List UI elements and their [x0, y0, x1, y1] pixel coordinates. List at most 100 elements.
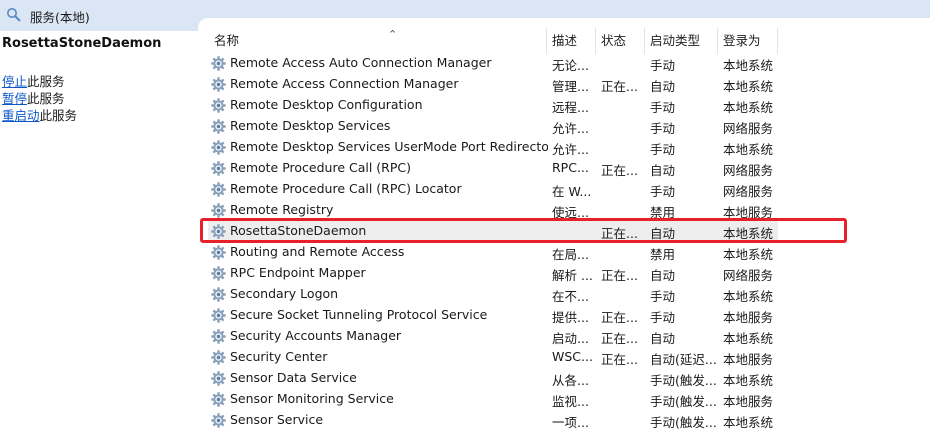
column-divider[interactable]	[546, 28, 547, 54]
column-header-startup-type[interactable]: 启动类型	[650, 30, 714, 52]
gear-icon	[211, 98, 226, 113]
service-startup-type-cell: 手动	[650, 310, 676, 325]
service-name-cell: Remote Desktop Services	[230, 118, 391, 133]
gear-icon	[211, 266, 226, 281]
service-name-cell: Security Accounts Manager	[230, 328, 402, 343]
gear-icon	[211, 224, 226, 239]
pause-link[interactable]: 暂停	[2, 91, 27, 106]
service-logon-as-cell: 本地系统	[723, 289, 774, 304]
service-row[interactable]: Remote Procedure Call (RPC) RPC... 正在...…	[208, 158, 778, 179]
service-startup-type-cell: 手动	[650, 184, 676, 199]
service-startup-type-cell: 禁用	[650, 247, 676, 262]
service-startup-type-cell: 手动	[650, 58, 676, 73]
service-startup-type-cell: 手动(触发...	[650, 373, 717, 388]
service-description-cell: 允许...	[552, 142, 589, 157]
service-description-cell: 启动...	[552, 331, 589, 346]
service-startup-type-cell: 手动	[650, 100, 676, 115]
gear-icon	[211, 203, 226, 218]
service-name-cell: RosettaStoneDaemon	[230, 223, 367, 238]
column-divider[interactable]	[595, 28, 596, 54]
service-row[interactable]: Remote Procedure Call (RPC) Locator 在 W.…	[208, 179, 778, 200]
service-row[interactable]: Remote Registry 使远... 禁用 本地服务	[208, 200, 778, 221]
selected-service-name: RosettaStoneDaemon	[2, 36, 162, 51]
service-status-cell: 正在...	[601, 226, 638, 241]
service-row[interactable]: Security Center WSC... 正在... 自动(延迟... 本地…	[208, 347, 778, 368]
service-row[interactable]: Remote Desktop Configuration 远程... 手动 本地…	[208, 95, 778, 116]
service-description-cell: 管理...	[552, 79, 589, 94]
window-title: 服务(本地)	[30, 10, 90, 25]
service-row[interactable]: Security Accounts Manager 启动... 正在... 自动…	[208, 326, 778, 347]
service-logon-as-cell: 本地系统	[723, 373, 774, 388]
column-divider[interactable]	[717, 28, 718, 54]
column-header-name[interactable]: 名称 ⌃	[214, 28, 544, 52]
service-row-selected[interactable]: RosettaStoneDaemon 正在... 自动 本地系统	[208, 221, 778, 242]
gear-icon	[211, 161, 226, 176]
service-name-cell: Security Center	[230, 349, 328, 364]
column-divider[interactable]	[777, 28, 778, 54]
service-description-cell: 在不...	[552, 289, 589, 304]
service-name-cell: Secondary Logon	[230, 286, 339, 301]
column-divider[interactable]	[644, 28, 645, 54]
column-header-status[interactable]: 状态	[601, 30, 643, 52]
service-row[interactable]: Remote Access Connection Manager 管理... 正…	[208, 74, 778, 95]
service-status-cell: 正在...	[601, 163, 638, 178]
service-logon-as-cell: 本地系统	[723, 100, 774, 115]
service-name-cell: Remote Registry	[230, 202, 334, 217]
service-logon-as-cell: 本地服务	[723, 352, 774, 367]
stop-link-suffix: 此服务	[27, 74, 65, 89]
column-header-description[interactable]: 描述	[552, 30, 594, 52]
service-description-cell: 在局...	[552, 247, 589, 262]
service-description-cell: 提供...	[552, 310, 589, 325]
service-name-cell: Sensor Service	[230, 412, 324, 427]
service-logon-as-cell: 本地服务	[723, 310, 774, 325]
service-logon-as-cell: 本地系统	[723, 142, 774, 157]
service-name-cell: RPC Endpoint Mapper	[230, 265, 366, 280]
service-status-cell: 正在...	[601, 352, 638, 367]
service-row[interactable]: Remote Access Auto Connection Manager 无论…	[208, 53, 778, 74]
service-name-cell: Remote Procedure Call (RPC) Locator	[230, 181, 462, 196]
column-header-name-label: 名称	[214, 33, 240, 48]
service-description-cell: 解析 ...	[552, 268, 593, 283]
service-name-cell: Remote Access Auto Connection Manager	[230, 55, 492, 70]
restart-service-action: 重启动此服务	[2, 105, 77, 124]
service-description-cell: 使远...	[552, 205, 589, 220]
column-header-logon-as[interactable]: 登录为	[723, 30, 775, 52]
service-logon-as-cell: 本地服务	[723, 394, 774, 409]
service-name-cell: Routing and Remote Access	[230, 244, 405, 259]
service-startup-type-cell: 手动(触发...	[650, 415, 717, 430]
service-startup-type-cell: 手动	[650, 142, 676, 157]
gear-icon	[211, 308, 226, 323]
service-logon-as-cell: 网络服务	[723, 184, 774, 199]
service-logon-as-cell: 本地系统	[723, 226, 774, 241]
stop-link[interactable]: 停止	[2, 74, 27, 89]
service-row[interactable]: Remote Desktop Services UserMode Port Re…	[208, 137, 778, 158]
service-logon-as-cell: 本地服务	[723, 205, 774, 220]
gear-icon	[211, 329, 226, 344]
service-description-cell: 一项...	[552, 415, 589, 430]
service-status-cell: 正在...	[601, 331, 638, 346]
service-row[interactable]: Sensor Data Service 从各... 手动(触发... 本地系统	[208, 368, 778, 389]
service-startup-type-cell: 自动	[650, 268, 676, 283]
service-logon-as-cell: 本地系统	[723, 331, 774, 346]
service-startup-type-cell: 自动	[650, 163, 676, 178]
service-name-cell: Secure Socket Tunneling Protocol Service	[230, 307, 488, 322]
service-row[interactable]: Remote Desktop Services 允许... 手动 网络服务	[208, 116, 778, 137]
service-row[interactable]: Secure Socket Tunneling Protocol Service…	[208, 305, 778, 326]
service-row[interactable]: Sensor Monitoring Service 监视... 手动(触发...…	[208, 389, 778, 410]
service-row[interactable]: Sensor Service 一项... 手动(触发... 本地系统	[208, 410, 778, 431]
service-startup-type-cell: 手动	[650, 121, 676, 136]
restart-link[interactable]: 重启动	[2, 108, 40, 123]
service-row[interactable]: Routing and Remote Access 在局... 禁用 本地系统	[208, 242, 778, 263]
restart-link-suffix: 此服务	[39, 108, 78, 123]
service-startup-type-cell: 自动(延迟...	[650, 352, 717, 367]
service-logon-as-cell: 本地系统	[723, 58, 774, 73]
service-logon-as-cell: 网络服务	[723, 163, 774, 178]
service-row[interactable]: Secondary Logon 在不... 手动 本地系统	[208, 284, 778, 305]
gear-icon	[211, 140, 226, 155]
service-description-cell: 在 W...	[552, 184, 592, 199]
service-row[interactable]: RPC Endpoint Mapper 解析 ... 正在... 自动 网络服务	[208, 263, 778, 284]
gear-icon	[211, 392, 226, 407]
services-icon	[7, 8, 21, 22]
service-startup-type-cell: 手动(触发...	[650, 394, 717, 409]
service-name-cell: Remote Procedure Call (RPC)	[230, 160, 411, 175]
